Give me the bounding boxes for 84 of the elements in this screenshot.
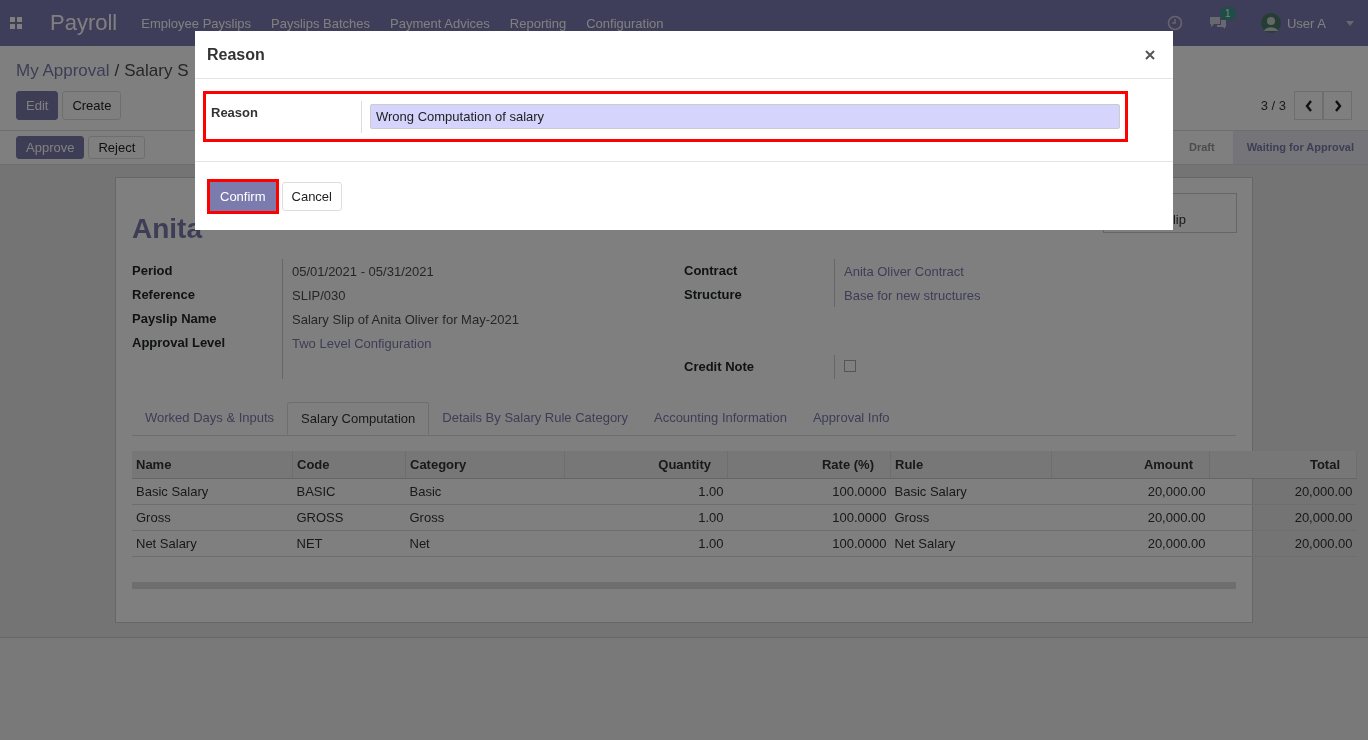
clock-icon[interactable] xyxy=(1167,15,1183,31)
column-header[interactable]: Code xyxy=(292,451,406,479)
notebook-tab[interactable]: Salary Computation xyxy=(287,402,430,435)
reason-input[interactable]: Wrong Computation of salary xyxy=(370,104,1120,129)
breadcrumb-item[interactable]: My Approval xyxy=(16,61,110,81)
field-label: Approval Level xyxy=(132,331,283,355)
confirm-button[interactable]: Confirm xyxy=(210,181,276,211)
table-cell: Gross xyxy=(132,504,293,531)
table-cell: Net Salary xyxy=(132,530,293,557)
menu-item[interactable]: Reporting xyxy=(509,15,567,31)
table-cell: Net xyxy=(405,530,565,557)
previous-button[interactable] xyxy=(1294,91,1323,120)
apps-grid-icon[interactable] xyxy=(10,17,22,29)
menu-item[interactable]: Employee Payslips xyxy=(141,15,252,31)
table-cell: 20,000.00 xyxy=(1209,530,1357,557)
field-label: Credit Note xyxy=(684,355,835,379)
column-header[interactable]: Total xyxy=(1209,451,1357,479)
field-value[interactable]: Anita Oliver Contract xyxy=(835,263,964,279)
field-label: Contract xyxy=(684,259,835,283)
table-cell: Net Salary xyxy=(890,530,1052,557)
field-label: Period xyxy=(132,259,283,283)
user-avatar-icon[interactable] xyxy=(1261,13,1281,33)
employee-name-title: Anita xyxy=(132,213,202,245)
action-button[interactable]: Approve xyxy=(16,136,85,159)
field-value[interactable]: Two Level Configuration xyxy=(283,335,432,351)
table-cell: 1.00 xyxy=(564,504,728,531)
column-header[interactable]: Rule xyxy=(890,451,1052,479)
notebook-tab[interactable]: Details By Salary Rule Category xyxy=(429,402,641,435)
caret-icon xyxy=(1346,20,1354,26)
message-count-badge: 1 xyxy=(1220,7,1236,20)
notebook-tab[interactable]: Worked Days & Inputs xyxy=(132,402,288,435)
cancel-button[interactable]: Cancel xyxy=(281,181,342,211)
field-label: Reason xyxy=(211,100,362,133)
table-cell: NET xyxy=(292,530,406,557)
field-value: 05/01/2021 - 05/31/2021 xyxy=(291,263,434,279)
field-label: Payslip Name xyxy=(132,307,283,331)
table-cell: 1.00 xyxy=(564,478,728,505)
chevron-right-icon xyxy=(1333,99,1342,112)
field-value: SLIP/030 xyxy=(291,287,346,303)
table-cell: 100.0000 xyxy=(727,504,891,531)
notebook-tab[interactable]: Approval Info xyxy=(799,402,903,435)
field-value: Salary Slip of Anita Oliver for May-2021 xyxy=(291,311,519,327)
menu-item[interactable]: Payslips Batches xyxy=(271,15,371,31)
field-label: Structure xyxy=(684,283,835,307)
chat-icon[interactable] xyxy=(1209,16,1227,30)
table-cell: 20,000.00 xyxy=(1051,504,1210,531)
breadcrumb-separator: / xyxy=(114,61,120,81)
column-header[interactable]: Rate (%) xyxy=(727,451,891,479)
user-menu[interactable]: User A xyxy=(1287,15,1326,31)
table-cell: 100.0000 xyxy=(727,478,891,505)
table-cell: GROSS xyxy=(292,504,406,531)
credit-note-checkbox[interactable] xyxy=(844,359,856,372)
dialog-title: Reason xyxy=(207,45,265,64)
table-cell: BASIC xyxy=(292,478,406,505)
table-cell: 20,000.00 xyxy=(1209,478,1357,505)
table-cell: 100.0000 xyxy=(727,530,891,557)
chevron-left-icon xyxy=(1304,99,1313,112)
column-header[interactable]: Quantity xyxy=(564,451,728,479)
column-header[interactable]: Amount xyxy=(1051,451,1210,479)
table-cell: Gross xyxy=(890,504,1052,531)
table-cell: 20,000.00 xyxy=(1051,478,1210,505)
app-name: Payroll xyxy=(50,10,118,36)
table-cell: Basic Salary xyxy=(132,478,293,505)
toolbar-button[interactable]: Create xyxy=(62,91,122,120)
table-cell: Basic Salary xyxy=(890,478,1052,505)
table-cell: 20,000.00 xyxy=(1209,504,1357,531)
menu-item[interactable]: Payment Advices xyxy=(390,15,490,31)
column-header[interactable]: Category xyxy=(405,451,565,479)
table-cell: 1.00 xyxy=(564,530,728,557)
toolbar-button[interactable]: Edit xyxy=(16,91,59,120)
close-icon[interactable] xyxy=(1145,49,1155,60)
next-button[interactable] xyxy=(1323,91,1352,120)
pager-counter: 3 / 3 xyxy=(1260,98,1286,113)
table-cell: 20,000.00 xyxy=(1051,530,1210,557)
menu-item[interactable]: Configuration xyxy=(586,15,664,31)
status-stage[interactable]: Waiting for Approval xyxy=(1232,131,1368,164)
notebook-tab[interactable]: Accounting Information xyxy=(640,402,800,435)
table-cell: Basic xyxy=(405,478,565,505)
field-label: Reference xyxy=(132,283,283,307)
action-button[interactable]: Reject xyxy=(88,136,146,159)
table-cell: Gross xyxy=(405,504,565,531)
column-header[interactable]: Name xyxy=(132,451,293,479)
breadcrumb-item: Salary S xyxy=(124,61,189,81)
field-value[interactable]: Base for new structures xyxy=(835,287,981,303)
